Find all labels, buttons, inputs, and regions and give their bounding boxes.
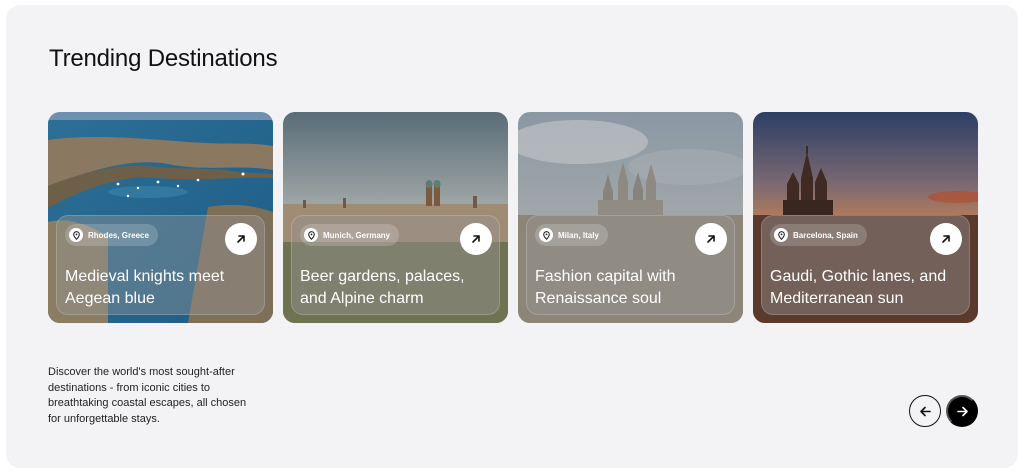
arrow-up-right-icon [472, 235, 480, 243]
destination-caption: Gaudi, Gothic lanes, and Mediterranean s… [770, 268, 947, 307]
card-overlay: Munich, Germany Beer gardens, palaces, a… [291, 215, 500, 315]
open-destination-button[interactable] [930, 223, 962, 255]
card-overlay: Milan, Italy Fashion capital with Renais… [526, 215, 735, 315]
arrow-up-right-icon [942, 235, 950, 243]
trending-section: Trending Destinations Rhodes, Greece Med… [6, 5, 1018, 468]
open-destination-button[interactable] [695, 223, 727, 255]
section-description: Discover the world's most sought-after d… [48, 366, 247, 425]
location-label: Rhodes, Greece [88, 230, 149, 240]
section-title: Trending Destinations [49, 45, 278, 72]
destination-card-barcelona[interactable]: Barcelona, Spain Gaudi, Gothic lanes, an… [753, 112, 978, 323]
location-badge: Munich, Germany [300, 224, 400, 246]
destination-caption: Fashion capital with Renaissance soul [535, 268, 676, 307]
destination-card-rhodes[interactable]: Rhodes, Greece Medieval knights meet Aeg… [48, 112, 273, 323]
location-pin-icon [304, 228, 318, 242]
arrow-left-icon [919, 406, 931, 416]
carousel-next-button[interactable] [946, 395, 978, 427]
open-destination-button[interactable] [460, 223, 492, 255]
arrow-up-right-icon [237, 235, 245, 243]
location-badge: Milan, Italy [535, 224, 608, 246]
card-overlay: Barcelona, Spain Gaudi, Gothic lanes, an… [761, 215, 970, 315]
arrow-up-right-icon [707, 235, 715, 243]
location-pin-icon [69, 228, 83, 242]
carousel-prev-button[interactable] [909, 395, 941, 427]
destination-card-milan[interactable]: Milan, Italy Fashion capital with Renais… [518, 112, 743, 323]
location-label: Milan, Italy [558, 230, 599, 240]
open-destination-button[interactable] [225, 223, 257, 255]
location-label: Munich, Germany [323, 230, 391, 240]
location-badge: Rhodes, Greece [65, 224, 158, 246]
location-badge: Barcelona, Spain [770, 224, 867, 246]
destination-caption: Beer gardens, palaces, and Alpine charm [300, 268, 465, 307]
arrow-right-icon [956, 406, 968, 416]
location-label: Barcelona, Spain [793, 230, 858, 240]
destination-caption: Medieval knights meet Aegean blue [65, 268, 225, 307]
card-overlay: Rhodes, Greece Medieval knights meet Aeg… [56, 215, 265, 315]
destination-card-munich[interactable]: Munich, Germany Beer gardens, palaces, a… [283, 112, 508, 323]
location-pin-icon [774, 228, 788, 242]
location-pin-icon [539, 228, 553, 242]
